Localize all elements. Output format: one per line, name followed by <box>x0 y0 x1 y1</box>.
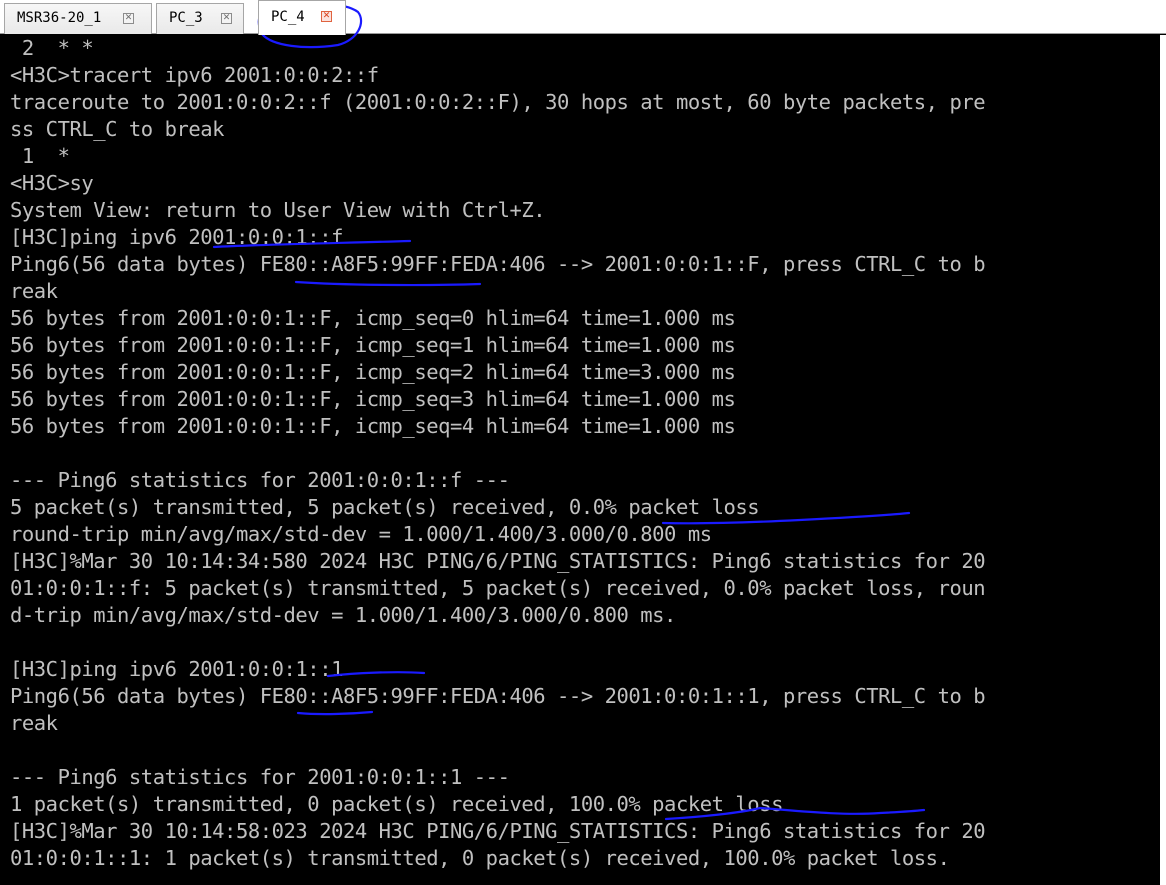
terminal-line: 56 bytes from 2001:0:0:1::F, icmp_seq=2 … <box>10 360 736 384</box>
terminal-line: 56 bytes from 2001:0:0:1::F, icmp_seq=4 … <box>10 414 736 438</box>
terminal-output[interactable]: 2 * * <H3C>tracert ipv6 2001:0:0:2::f tr… <box>0 35 1160 885</box>
tab-pc-3[interactable]: PC_3 ✕ <box>156 3 244 34</box>
close-icon[interactable]: ✕ <box>221 13 232 24</box>
terminal-line: <H3C>sy <box>10 171 94 195</box>
terminal-line: reak <box>10 279 58 303</box>
terminal-line: 5 packet(s) transmitted, 5 packet(s) rec… <box>10 495 760 519</box>
close-icon[interactable]: ✕ <box>123 13 134 24</box>
terminal-line: 56 bytes from 2001:0:0:1::F, icmp_seq=1 … <box>10 333 736 357</box>
scrollbar[interactable] <box>1160 35 1166 885</box>
tab-msr36-20-1[interactable]: MSR36-20_1 ✕ <box>4 3 152 34</box>
terminal-line: <H3C>tracert ipv6 2001:0:0:2::f <box>10 63 379 87</box>
close-icon[interactable]: ✕ <box>321 11 332 22</box>
terminal-line: traceroute to 2001:0:0:2::f (2001:0:0:2:… <box>10 90 986 114</box>
terminal-line: System View: return to User View with Ct… <box>10 198 546 222</box>
terminal-line: --- Ping6 statistics for 2001:0:0:1::f -… <box>10 468 510 492</box>
terminal-line: Ping6(56 data bytes) FE80::A8F5:99FF:FED… <box>10 252 986 276</box>
terminal-app-window: MSR36-20_1 ✕ PC_3 ✕ PC_4 ✕ 2 * * <H3C>tr… <box>0 0 1166 885</box>
tab-pc-4[interactable]: PC_4 ✕ <box>258 0 346 35</box>
terminal-line: 2 * * <box>10 36 94 60</box>
terminal-line: 01:0:0:1::f: 5 packet(s) transmitted, 5 … <box>10 576 986 600</box>
tab-label: PC_3 <box>169 10 203 26</box>
terminal-line: 01:0:0:1::1: 1 packet(s) transmitted, 0 … <box>10 846 950 870</box>
terminal-line: [H3C]ping ipv6 2001:0:0:1::f <box>10 225 343 249</box>
tab-label: MSR36-20_1 <box>17 10 102 26</box>
terminal-line: d-trip min/avg/max/std-dev = 1.000/1.400… <box>10 603 676 627</box>
terminal-line: 56 bytes from 2001:0:0:1::F, icmp_seq=0 … <box>10 306 736 330</box>
terminal-line: [H3C]ping ipv6 2001:0:0:1::1 <box>10 657 343 681</box>
terminal-line: --- Ping6 statistics for 2001:0:0:1::1 -… <box>10 765 510 789</box>
tab-bar: MSR36-20_1 ✕ PC_3 ✕ PC_4 ✕ <box>0 0 1166 35</box>
terminal-line: Ping6(56 data bytes) FE80::A8F5:99FF:FED… <box>10 684 986 708</box>
terminal-line: reak <box>10 711 58 735</box>
terminal-line: [H3C]%Mar 30 10:14:58:023 2024 H3C PING/… <box>10 819 986 843</box>
terminal-line: [H3C]%Mar 30 10:14:34:580 2024 H3C PING/… <box>10 549 986 573</box>
terminal-line: 1 packet(s) transmitted, 0 packet(s) rec… <box>10 792 783 816</box>
terminal-line: 1 * <box>10 144 70 168</box>
terminal-line: 56 bytes from 2001:0:0:1::F, icmp_seq=3 … <box>10 387 736 411</box>
terminal-line: round-trip min/avg/max/std-dev = 1.000/1… <box>10 522 712 546</box>
terminal-line: ss CTRL_C to break <box>10 117 225 141</box>
tab-label: PC_4 <box>271 9 305 25</box>
